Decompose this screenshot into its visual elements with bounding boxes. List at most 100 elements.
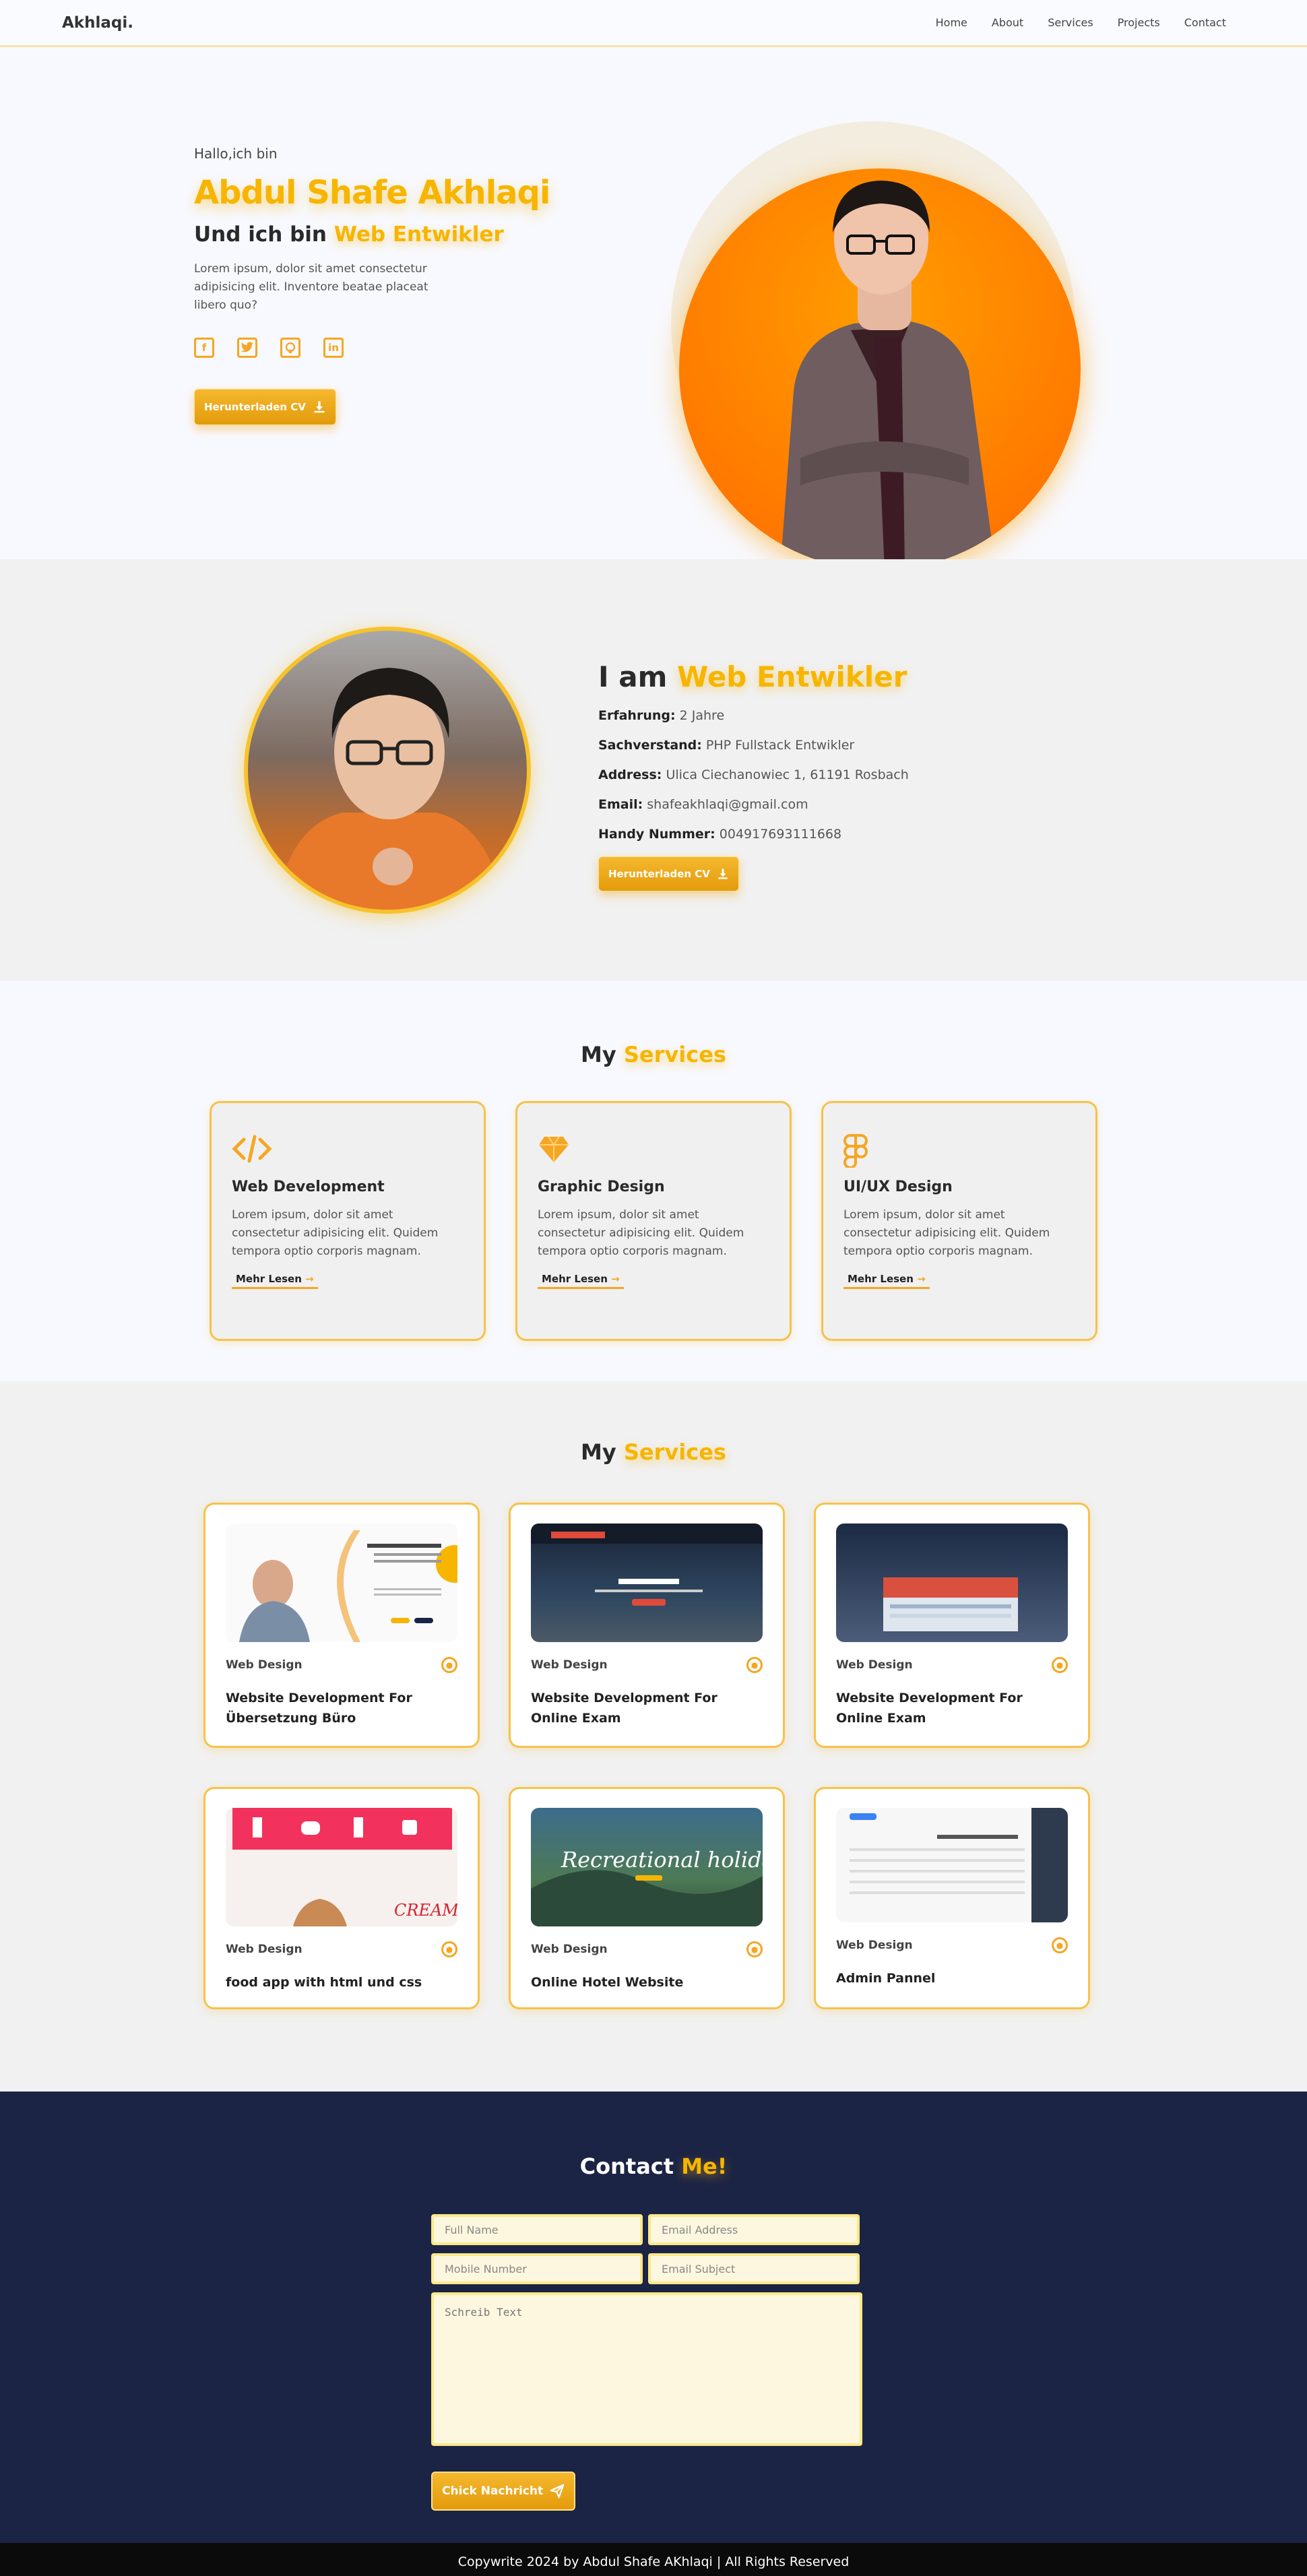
about-download-cv-button[interactable]: Herunterladen CV bbox=[598, 856, 739, 891]
download-cv-label: Herunterladen CV bbox=[204, 401, 306, 413]
project-title: Online Hotel Website bbox=[531, 1975, 684, 1990]
diamond-icon bbox=[538, 1134, 769, 1168]
footer-copyright: Copywrite 2024 by Abdul Shafe AKhlaqi | … bbox=[457, 2554, 850, 2569]
linkedin-icon[interactable]: in bbox=[323, 338, 344, 358]
project-card[interactable]: Web Design ● Website Development For Onl… bbox=[814, 1503, 1090, 1748]
facebook-icon[interactable]: f bbox=[194, 338, 214, 358]
service-description: Lorem ipsum, dolor sit amet consectetur … bbox=[538, 1208, 744, 1258]
nav-link-about[interactable]: About bbox=[992, 16, 1023, 29]
project-meta: Web Design ● bbox=[226, 1657, 457, 1673]
figma-icon bbox=[843, 1134, 1075, 1169]
project-thumbnail: Recreational holiday bbox=[531, 1808, 763, 1926]
about-title-highlight: Web Entwikler bbox=[676, 660, 907, 693]
hero-section: Hallo,ich bin Abdul Shafe Akhlaqi Und ic… bbox=[0, 47, 1307, 570]
projects-title-highlight: Services bbox=[623, 1439, 726, 1465]
about-title-prefix: I am bbox=[598, 660, 668, 693]
info-label: Address: bbox=[598, 767, 662, 782]
contact-form: Full Name Email Address Mobile Number Em… bbox=[431, 2214, 862, 2511]
mobile-number-field[interactable]: Mobile Number bbox=[431, 2253, 643, 2284]
hero-role: Und ich bin Web Entwikler bbox=[194, 222, 504, 247]
read-more-link[interactable]: Mehr Lesen → bbox=[843, 1273, 930, 1289]
download-icon bbox=[314, 401, 325, 413]
project-card[interactable]: Web Design ● Website Development For Übe… bbox=[203, 1503, 480, 1748]
info-experience: Erfahrung: 2 Jahre bbox=[598, 708, 1016, 723]
github-icon[interactable]: ● bbox=[746, 1657, 763, 1673]
contact-title-prefix: Contact bbox=[579, 2154, 674, 2179]
info-label: Email: bbox=[598, 797, 643, 812]
project-tag: Web Design bbox=[226, 1943, 302, 1956]
project-thumbnail bbox=[836, 1808, 1068, 1922]
send-message-button[interactable]: Chick Nachricht bbox=[431, 2472, 576, 2511]
code-icon bbox=[232, 1134, 464, 1168]
github-icon[interactable]: ● bbox=[441, 1941, 457, 1957]
service-title: UI/UX Design bbox=[843, 1179, 953, 1195]
nav-links: Home About Services Projects Contact bbox=[936, 16, 1226, 29]
nav-link-projects[interactable]: Projects bbox=[1118, 16, 1160, 29]
svg-text:Recreational holiday: Recreational holiday bbox=[561, 1847, 763, 1873]
hero-role-prefix: Und ich bin bbox=[194, 222, 327, 247]
svg-text:CREAM: CREAM bbox=[394, 1901, 457, 1920]
arrow-right-icon: → bbox=[611, 1273, 620, 1285]
about-text: I am Web Entwikler Erfahrung: 2 Jahre Sa… bbox=[598, 660, 1016, 891]
projects-grid: Web Design ● Website Development For Übe… bbox=[203, 1503, 1104, 2009]
arrow-right-icon: → bbox=[917, 1273, 926, 1285]
download-cv-button[interactable]: Herunterladen CV bbox=[194, 389, 336, 425]
nav-link-home[interactable]: Home bbox=[936, 16, 967, 29]
about-portrait bbox=[244, 627, 531, 914]
read-more-link[interactable]: Mehr Lesen → bbox=[232, 1273, 318, 1289]
form-row: Full Name Email Address bbox=[431, 2214, 862, 2245]
project-thumbnail bbox=[836, 1523, 1068, 1642]
info-label: Erfahrung: bbox=[598, 708, 676, 723]
contact-title-highlight: Me! bbox=[681, 2154, 728, 2179]
project-title: Website Development For Online Exam bbox=[836, 1691, 1023, 1726]
project-card[interactable]: CREAM Web Design ● food app with html un… bbox=[203, 1787, 480, 2009]
services-title: My Services bbox=[0, 981, 1307, 1067]
project-meta: Web Design ● bbox=[531, 1657, 763, 1673]
github-icon[interactable]: ● bbox=[1052, 1937, 1068, 1953]
project-tag: Web Design bbox=[531, 1943, 608, 1956]
paper-plane-icon bbox=[550, 2484, 565, 2499]
form-row: Mobile Number Email Subject bbox=[431, 2253, 862, 2284]
nav-link-contact[interactable]: Contact bbox=[1184, 16, 1226, 29]
hero-greeting: Hallo,ich bin bbox=[194, 146, 278, 162]
message-textarea[interactable]: Schreib Text bbox=[431, 2292, 862, 2446]
send-message-label: Chick Nachricht bbox=[442, 2484, 544, 2498]
project-thumbnail bbox=[226, 1523, 457, 1642]
project-meta: Web Design ● bbox=[836, 1657, 1068, 1673]
full-name-field[interactable]: Full Name bbox=[431, 2214, 643, 2245]
service-card: Web Development Lorem ipsum, dolor sit a… bbox=[210, 1101, 486, 1341]
service-title: Web Development bbox=[232, 1179, 385, 1195]
person-photo bbox=[275, 668, 504, 910]
project-card[interactable]: Web Design ● Website Development For Onl… bbox=[509, 1503, 785, 1748]
service-card: UI/UX Design Lorem ipsum, dolor sit amet… bbox=[821, 1101, 1097, 1341]
info-value: PHP Fullstack Entwikler bbox=[705, 738, 855, 753]
social-links: f in bbox=[194, 338, 477, 358]
email-field[interactable]: Email Address bbox=[648, 2214, 860, 2245]
info-email: Email: shafeakhlaqi@gmail.com bbox=[598, 797, 1016, 812]
info-value: Ulica Ciechanowiec 1, 61191 Rosbach bbox=[666, 767, 909, 782]
github-icon[interactable]: ● bbox=[441, 1657, 457, 1673]
service-card: Graphic Design Lorem ipsum, dolor sit am… bbox=[515, 1101, 792, 1341]
download-cv-label: Herunterladen CV bbox=[608, 868, 710, 880]
logo[interactable]: Akhlaqi. bbox=[62, 14, 133, 32]
services-section: My Services Web Development Lorem ipsum,… bbox=[0, 981, 1307, 1381]
twitter-icon[interactable] bbox=[237, 338, 257, 358]
github-icon[interactable] bbox=[280, 338, 300, 358]
github-icon[interactable]: ● bbox=[746, 1941, 763, 1957]
project-tag: Web Design bbox=[836, 1658, 913, 1672]
hero-description: Lorem ipsum, dolor sit amet consectetur … bbox=[194, 262, 428, 312]
read-more-label: Mehr Lesen bbox=[848, 1273, 914, 1285]
project-card[interactable]: Recreational holiday Web Design ● Online… bbox=[509, 1787, 785, 2009]
hero-name: Abdul Shafe Akhlaqi bbox=[194, 174, 550, 212]
projects-title: My Services bbox=[0, 1381, 1307, 1465]
person-illustration bbox=[780, 181, 996, 570]
top-navbar: Akhlaqi. Home About Services Projects Co… bbox=[0, 0, 1307, 47]
read-more-link[interactable]: Mehr Lesen → bbox=[538, 1273, 624, 1289]
project-card[interactable]: Web Design ● Admin Pannel bbox=[814, 1787, 1090, 2009]
project-tag: Web Design bbox=[836, 1939, 913, 1952]
info-value: 004917693111668 bbox=[719, 827, 842, 842]
email-subject-field[interactable]: Email Subject bbox=[648, 2253, 860, 2284]
project-thumbnail: CREAM bbox=[226, 1808, 457, 1926]
github-icon[interactable]: ● bbox=[1052, 1657, 1068, 1673]
nav-link-services[interactable]: Services bbox=[1048, 16, 1093, 29]
